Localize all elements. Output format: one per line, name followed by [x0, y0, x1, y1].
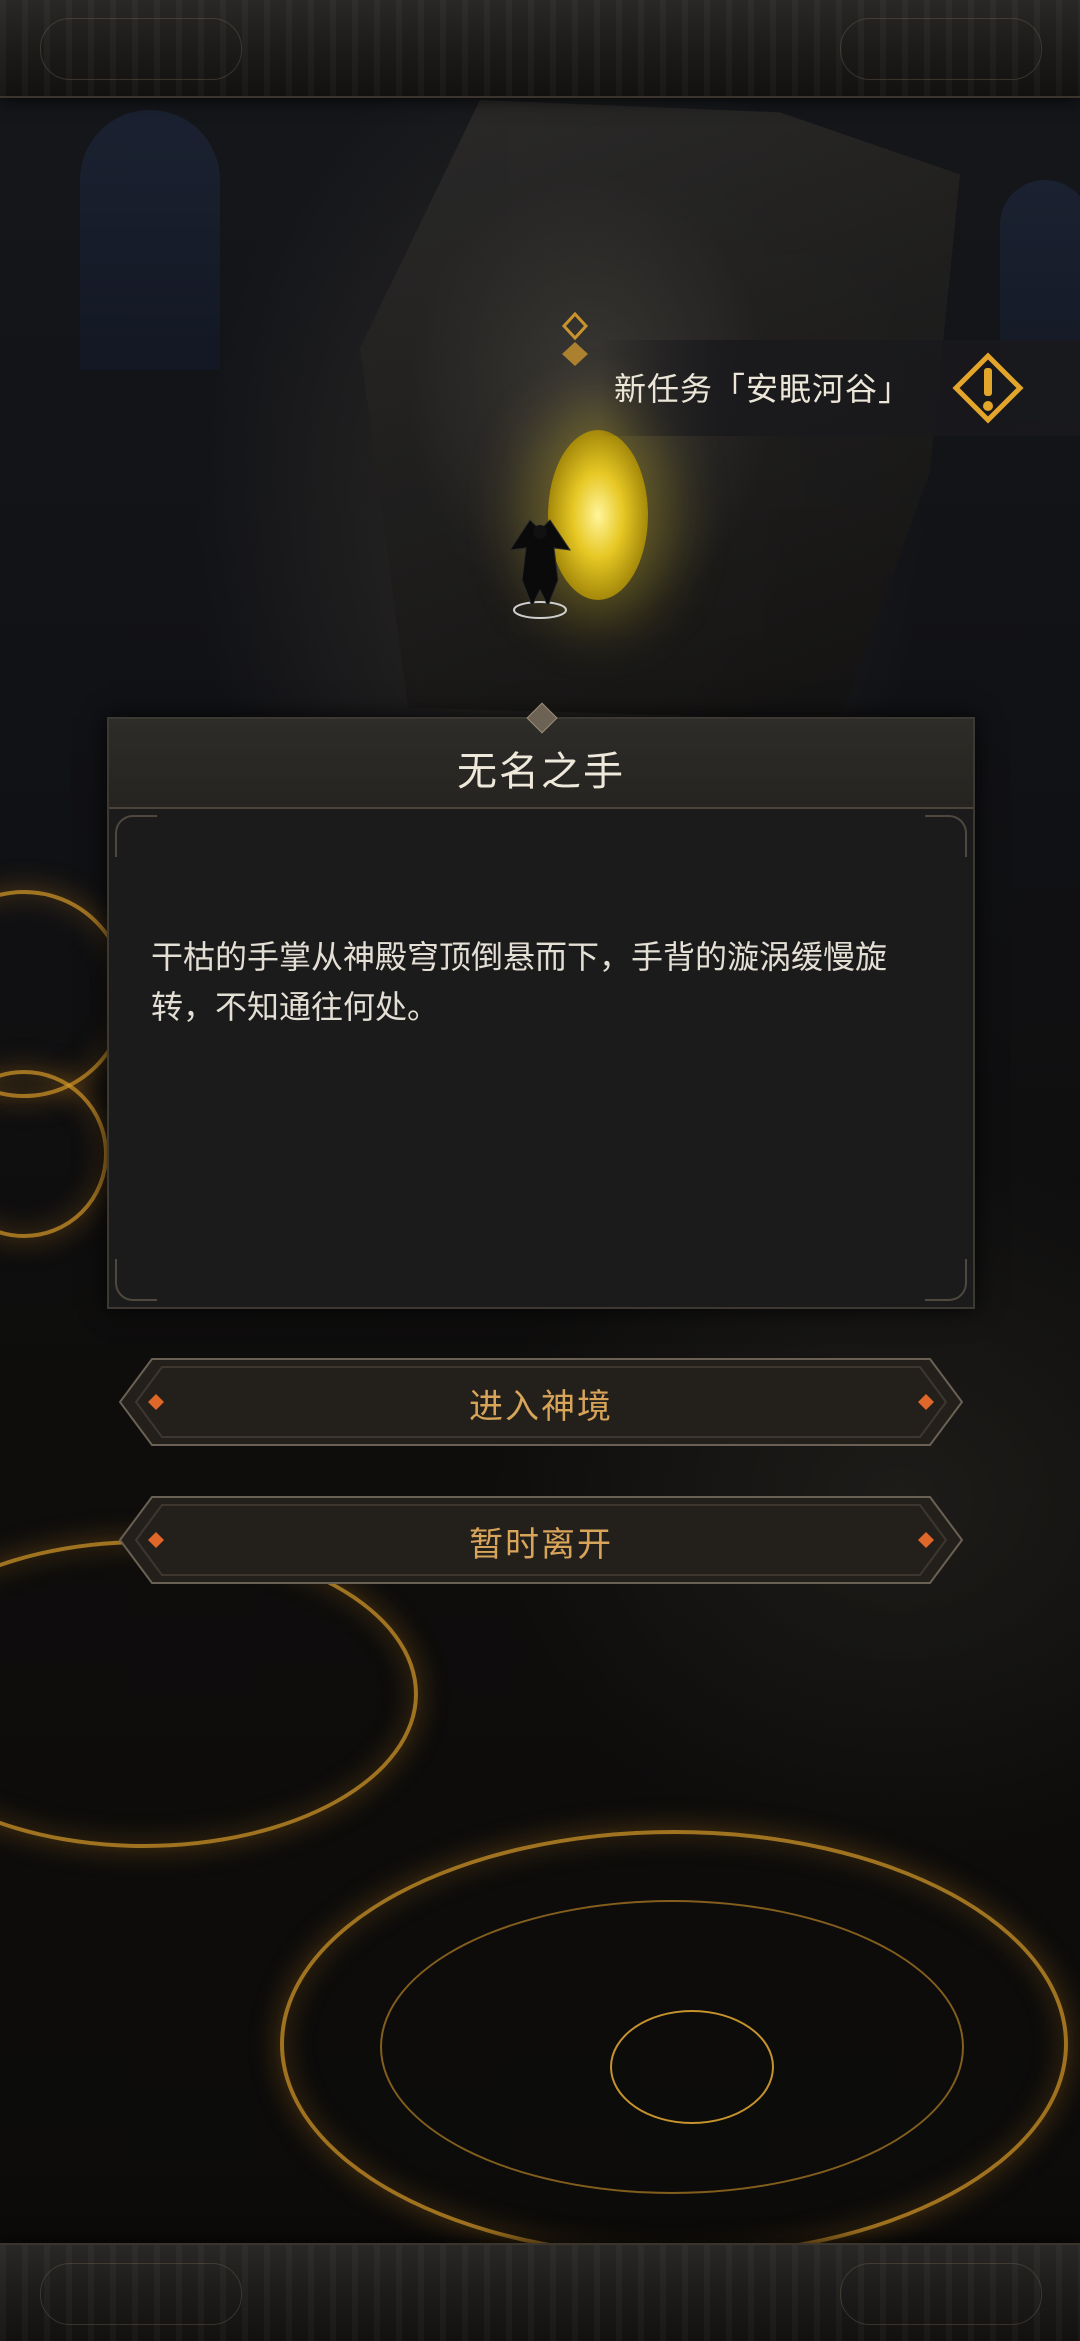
- enter-realm-label: 进入神境: [469, 1387, 613, 1427]
- frame-ornament: [40, 18, 242, 80]
- corner-ornament: [115, 815, 157, 857]
- new-quest-text: 新任务「安眠河谷」: [614, 370, 912, 408]
- event-dialog: 无名之手 干枯的手掌从神殿穹顶倒悬而下，手背的漩涡缓慢旋转，不知通往何处。: [107, 702, 975, 1309]
- leave-button[interactable]: 暂时离开: [116, 1493, 966, 1587]
- background-arch-left: [80, 110, 220, 370]
- frame-ornament: [840, 18, 1042, 80]
- top-ornate-frame: [0, 0, 1080, 98]
- frame-ornament: [40, 2263, 242, 2325]
- rune-circle-left-mid: [0, 1070, 108, 1238]
- corner-ornament: [115, 1259, 157, 1301]
- rune-circle-core: [610, 2010, 774, 2124]
- corner-ornament: [925, 1259, 967, 1301]
- dialog-title: 无名之手: [457, 749, 625, 795]
- leave-label: 暂时离开: [469, 1525, 613, 1565]
- corner-ornament: [925, 815, 967, 857]
- frame-ornament: [840, 2263, 1042, 2325]
- enter-realm-button[interactable]: 进入神境: [116, 1355, 966, 1449]
- dialog-header: 无名之手: [109, 702, 973, 809]
- bottom-ornate-frame: [0, 2243, 1080, 2341]
- dialog-description: 干枯的手掌从神殿穹顶倒悬而下，手背的漩涡缓慢旋转，不知通往何处。: [151, 938, 888, 1026]
- warning-icon[interactable]: [950, 350, 1026, 426]
- player-character[interactable]: [500, 510, 580, 620]
- quest-marker-icon: [561, 312, 589, 366]
- game-screen: 新任务「安眠河谷」 无名之手 干枯的手掌从神殿穹顶倒悬而下，手背的漩涡缓慢旋转，…: [0, 0, 1080, 2341]
